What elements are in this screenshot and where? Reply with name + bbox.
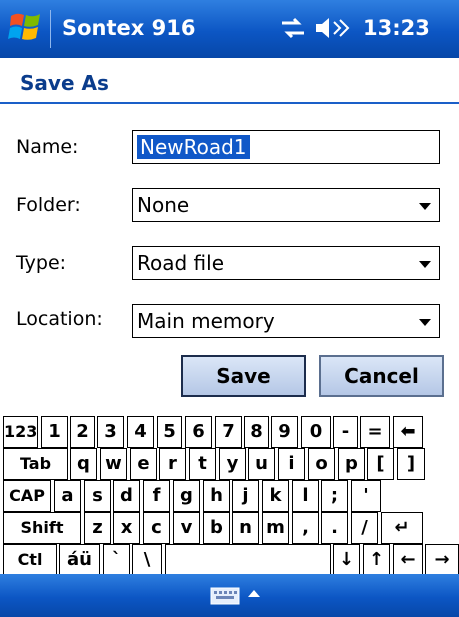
key-r2k2[interactable]: s bbox=[84, 480, 111, 512]
key-r1k3[interactable]: e bbox=[130, 448, 157, 480]
key-r0k12[interactable]: = bbox=[360, 416, 390, 448]
key-r0k13[interactable]: ⬅ bbox=[393, 416, 423, 448]
key-r2k6[interactable]: h bbox=[203, 480, 230, 512]
key-r3k8[interactable]: , bbox=[292, 512, 319, 544]
type-select[interactable]: Road file bbox=[132, 246, 440, 280]
key-r2k7[interactable]: j bbox=[232, 480, 259, 512]
status-icons bbox=[282, 17, 350, 39]
key-r1k11[interactable]: [ bbox=[367, 448, 394, 480]
key-r1k7[interactable]: u bbox=[248, 448, 275, 480]
key-r2k11[interactable]: ' bbox=[351, 480, 381, 512]
key-r1k4[interactable]: r bbox=[159, 448, 186, 480]
type-label: Type: bbox=[16, 252, 67, 274]
key-r1k10[interactable]: p bbox=[338, 448, 365, 480]
key-r0k2[interactable]: 2 bbox=[70, 416, 95, 448]
key-r2k1[interactable]: a bbox=[54, 480, 81, 512]
key-r4k1[interactable]: áü bbox=[59, 544, 100, 576]
key-r0k7[interactable]: 7 bbox=[215, 416, 242, 448]
location-label: Location: bbox=[16, 308, 103, 330]
key-r2k5[interactable]: g bbox=[173, 480, 200, 512]
key-r1k6[interactable]: y bbox=[219, 448, 246, 480]
key-r0k10[interactable]: 0 bbox=[301, 416, 331, 448]
key-r3k11[interactable]: ↵ bbox=[381, 512, 423, 544]
chevron-down-icon[interactable] bbox=[419, 261, 431, 268]
key-r1k9[interactable]: o bbox=[308, 448, 335, 480]
folder-select[interactable]: None bbox=[132, 188, 440, 222]
name-value: NewRoad1 bbox=[137, 135, 250, 159]
key-r4k5[interactable]: ↓ bbox=[333, 544, 360, 576]
chevron-down-icon[interactable] bbox=[419, 319, 431, 326]
key-r0k11[interactable]: - bbox=[333, 416, 358, 448]
key-r1k12[interactable]: ] bbox=[397, 448, 425, 480]
location-select[interactable]: Main memory bbox=[132, 304, 440, 338]
key-r1k0[interactable]: Tab bbox=[3, 448, 68, 480]
key-r1k5[interactable]: t bbox=[189, 448, 216, 480]
clock-time[interactable]: 13:23 bbox=[363, 16, 430, 40]
location-value: Main memory bbox=[137, 309, 275, 333]
name-field[interactable]: NewRoad1 bbox=[132, 130, 440, 164]
key-r0k9[interactable]: 9 bbox=[271, 416, 298, 448]
key-r0k6[interactable]: 6 bbox=[185, 416, 212, 448]
key-r3k10[interactable]: / bbox=[351, 512, 378, 544]
key-r0k1[interactable]: 1 bbox=[41, 416, 68, 448]
title-bar: Sontex 916 13:23 bbox=[0, 0, 459, 58]
key-r3k0[interactable]: Shift bbox=[3, 512, 81, 544]
type-value: Road file bbox=[137, 251, 225, 275]
folder-label: Folder: bbox=[16, 194, 81, 216]
key-r3k6[interactable]: n bbox=[232, 512, 259, 544]
key-r3k7[interactable]: m bbox=[262, 512, 289, 544]
key-r0k5[interactable]: 5 bbox=[157, 416, 182, 448]
key-r0k3[interactable]: 3 bbox=[97, 416, 124, 448]
key-r3k1[interactable]: z bbox=[84, 512, 111, 544]
key-r2k0[interactable]: CAP bbox=[3, 480, 51, 512]
key-r3k9[interactable]: . bbox=[321, 512, 348, 544]
page-header: Save As bbox=[0, 58, 459, 104]
page-title: Save As bbox=[20, 71, 109, 95]
key-r2k8[interactable]: k bbox=[262, 480, 289, 512]
key-r1k1[interactable]: q bbox=[70, 448, 97, 480]
key-r4k0[interactable]: Ctl bbox=[3, 544, 57, 576]
key-r1k2[interactable]: w bbox=[100, 448, 127, 480]
key-r3k5[interactable]: b bbox=[203, 512, 230, 544]
key-r2k10[interactable]: ; bbox=[321, 480, 348, 512]
key-r4k2[interactable]: ` bbox=[103, 544, 130, 576]
connectivity-icon[interactable] bbox=[282, 17, 304, 39]
key-r4k6[interactable]: ↑ bbox=[363, 544, 390, 576]
folder-value: None bbox=[137, 193, 190, 217]
menu-bar bbox=[0, 574, 459, 617]
key-r3k3[interactable]: c bbox=[143, 512, 170, 544]
key-r2k3[interactable]: d bbox=[113, 480, 140, 512]
app-title[interactable]: Sontex 916 bbox=[62, 16, 195, 40]
key-r0k8[interactable]: 8 bbox=[244, 416, 269, 448]
key-r0k4[interactable]: 4 bbox=[127, 416, 154, 448]
key-space[interactable] bbox=[165, 544, 331, 576]
key-r0k0[interactable]: 123 bbox=[3, 416, 38, 448]
windows-start-icon[interactable] bbox=[8, 10, 42, 46]
input-menu-arrow-icon[interactable] bbox=[248, 590, 260, 597]
chevron-down-icon[interactable] bbox=[419, 203, 431, 210]
soft-keyboard: 123 1 2 3 4 5 6 7 8 9 0- = ⬅ Tab q w e r t y u i o p[] CAP a s d f g h… bbox=[0, 414, 459, 576]
speaker-icon[interactable] bbox=[316, 18, 350, 38]
keyboard-icon[interactable] bbox=[210, 586, 240, 606]
key-r4k7[interactable]: ← bbox=[393, 544, 423, 576]
key-r4k3[interactable]: \ bbox=[132, 544, 162, 576]
cancel-button[interactable]: Cancel bbox=[319, 355, 444, 397]
key-r3k4[interactable]: v bbox=[173, 512, 200, 544]
name-label: Name: bbox=[16, 136, 79, 158]
key-r1k8[interactable]: i bbox=[278, 448, 305, 480]
key-r4k8[interactable]: → bbox=[425, 544, 459, 576]
key-r2k9[interactable]: l bbox=[292, 480, 319, 512]
title-separator bbox=[50, 10, 51, 48]
key-r2k4[interactable]: f bbox=[143, 480, 170, 512]
key-r3k2[interactable]: x bbox=[113, 512, 140, 544]
save-button[interactable]: Save bbox=[181, 355, 306, 397]
